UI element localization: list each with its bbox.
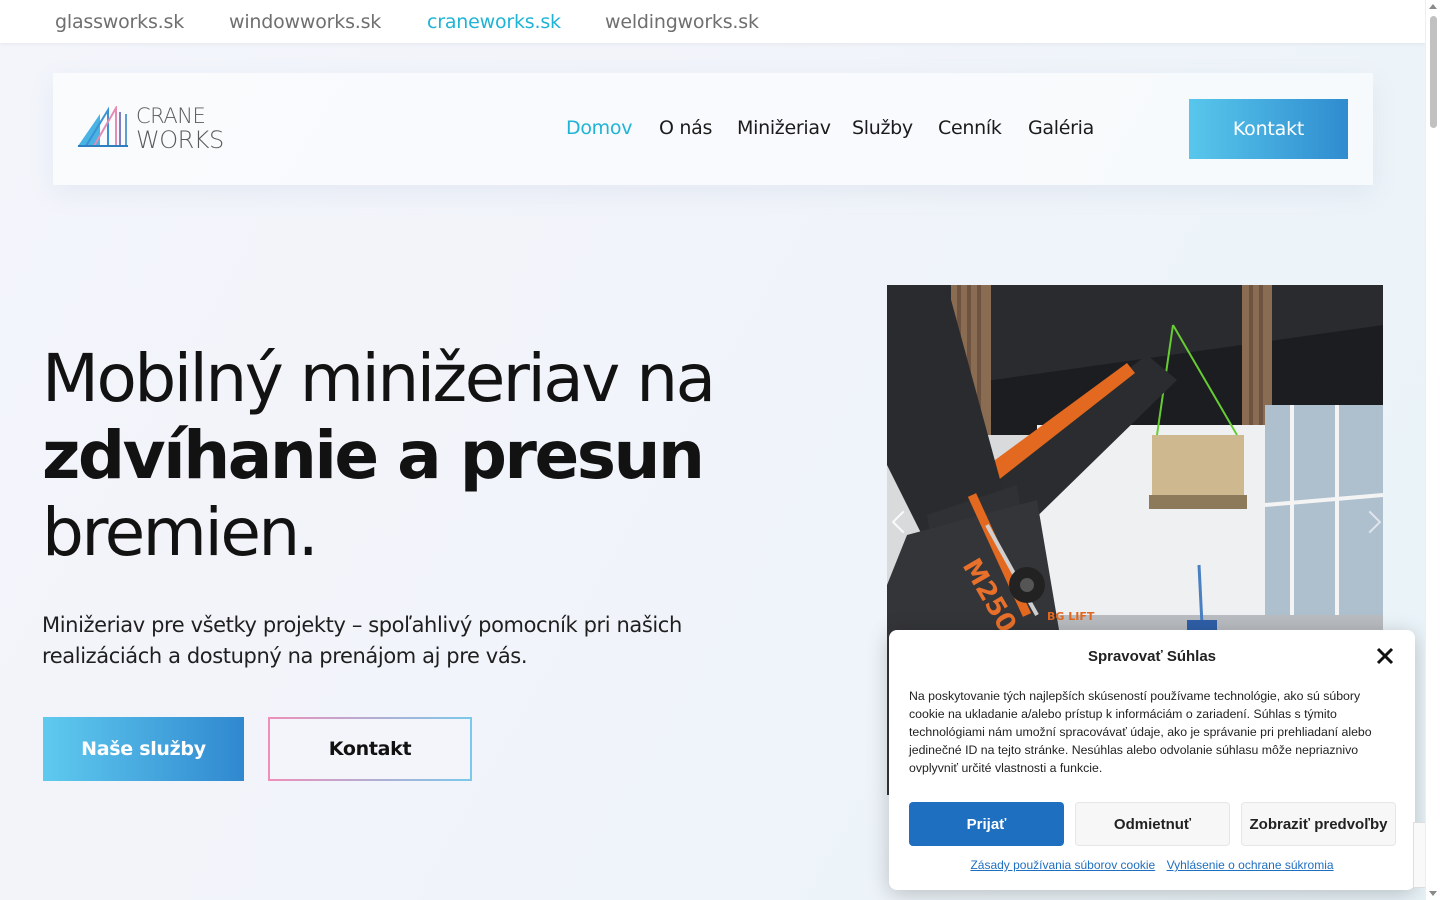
hero-title-line3: bremien. — [42, 494, 319, 571]
recaptcha-badge[interactable] — [1413, 822, 1425, 888]
cookie-policy-link[interactable]: Zásady používania súborov cookie — [970, 858, 1155, 872]
hero-title-line2: zdvíhanie a presun — [42, 417, 705, 494]
hero-contact-button[interactable]: Kontakt — [268, 717, 472, 781]
site-link-windowworks[interactable]: windowworks.sk — [229, 11, 381, 33]
nav-item-galeria[interactable]: Galéria — [1028, 117, 1094, 139]
logo-line-works: WORKS — [136, 126, 224, 154]
craneworks-logo-icon — [78, 106, 128, 147]
hero-title-line1: Mobilný minižeriav na — [42, 340, 716, 417]
close-icon[interactable] — [1375, 646, 1395, 666]
site-link-craneworks[interactable]: craneworks.sk — [427, 11, 561, 33]
crane-brand-label: BG LIFT — [1047, 610, 1095, 623]
sister-sites-bar: glassworks.sk windowworks.sk craneworks.… — [0, 0, 1425, 43]
logo-wordmark: CRANE WORKS — [136, 104, 224, 154]
privacy-statement-link[interactable]: Vyhlásenie o ochrane súkromia — [1167, 858, 1334, 872]
nav-item-o-nas[interactable]: O nás — [659, 117, 712, 139]
cookie-description: Na poskytovanie tých najlepších skúsenos… — [909, 689, 1372, 775]
site-header: CRANE WORKS Domov O nás Minižeriav Služb… — [53, 73, 1373, 185]
logo-line-crane: CRANE — [136, 104, 206, 128]
hero-title: Mobilný minižeriav na zdvíhanie a presun… — [42, 340, 716, 571]
nav-item-domov[interactable]: Domov — [566, 117, 632, 139]
cookie-accept-button[interactable]: Prijať — [909, 802, 1064, 846]
header-contact-button[interactable]: Kontakt — [1189, 99, 1348, 159]
cookie-policy-links: Zásady používania súborov cookie Vyhláse… — [889, 858, 1415, 872]
nav-item-cennik[interactable]: Cenník — [938, 117, 1002, 139]
nav-item-sluzby[interactable]: Služby — [852, 117, 913, 139]
cookie-title: Spravovať Súhlas — [1087, 648, 1217, 665]
site-link-glassworks[interactable]: glassworks.sk — [55, 11, 184, 33]
our-services-button[interactable]: Naše služby — [43, 717, 244, 781]
cookie-deny-button[interactable]: Odmietnuť — [1075, 802, 1230, 846]
site-link-weldingworks[interactable]: weldingworks.sk — [605, 11, 759, 33]
cookie-consent-dialog: Spravovať Súhlas Na poskytovanie tých na… — [889, 630, 1415, 890]
cookie-preferences-button[interactable]: Zobraziť predvoľby — [1241, 802, 1396, 846]
scroll-down-icon[interactable] — [1429, 891, 1437, 896]
scroll-up-icon[interactable] — [1429, 4, 1437, 9]
page-scrollbar[interactable] — [1425, 0, 1440, 900]
craneworks-logo[interactable]: CRANE WORKS — [78, 104, 224, 154]
hero-subtitle: Minižeriav pre všetky projekty – spoľahl… — [42, 613, 682, 668]
nav-item-minizeriav[interactable]: Minižeriav — [737, 117, 831, 139]
scrollbar-thumb[interactable] — [1430, 16, 1437, 128]
